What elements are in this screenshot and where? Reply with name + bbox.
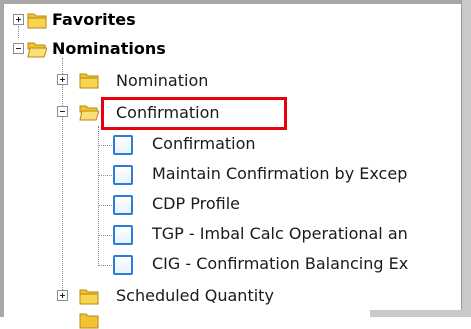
- collapse-minus-icon[interactable]: [57, 106, 68, 117]
- tree-label-item[interactable]: Confirmation: [152, 134, 256, 154]
- tree-label-nominations[interactable]: Nominations: [52, 39, 166, 59]
- folder-closed-icon: [79, 73, 99, 89]
- collapse-minus-icon[interactable]: [13, 43, 24, 54]
- page-icon: [113, 195, 133, 215]
- tree-label-scheduled-quantity[interactable]: Scheduled Quantity: [116, 286, 274, 306]
- page-icon: [113, 165, 133, 185]
- highlight-annotation-box: [101, 97, 287, 130]
- tree-connector: [98, 235, 112, 236]
- tree-label-item[interactable]: CIG - Confirmation Balancing Ex: [152, 254, 408, 274]
- tree-connector: [98, 145, 112, 146]
- tree-connector: [62, 58, 63, 290]
- page-icon: [113, 225, 133, 245]
- tree-label-favorites[interactable]: Favorites: [52, 10, 136, 30]
- folder-open-icon: [27, 42, 47, 58]
- navigation-tree: Favorites Nominations Nomination Confirm…: [0, 0, 462, 329]
- tree-label-item[interactable]: CDP Profile: [152, 194, 240, 214]
- window-scrollbar-edge[interactable]: [461, 0, 471, 317]
- tree-connector: [98, 175, 112, 176]
- tree-connector: [18, 26, 19, 38]
- expand-plus-icon[interactable]: [57, 290, 68, 301]
- tree-label-item[interactable]: TGP - Imbal Calc Operational an: [152, 224, 408, 244]
- tree-connector: [98, 265, 112, 266]
- page-icon: [113, 255, 133, 275]
- tree-connector: [98, 205, 112, 206]
- folder-closed-icon: [27, 13, 47, 29]
- tree-label-item[interactable]: Maintain Confirmation by Excep: [152, 164, 407, 184]
- page-icon: [113, 135, 133, 155]
- tree-label-nomination[interactable]: Nomination: [116, 71, 208, 91]
- folder-closed-icon: [79, 313, 99, 329]
- folder-closed-icon: [79, 289, 99, 305]
- folder-open-icon: [79, 105, 99, 121]
- expand-plus-icon[interactable]: [57, 74, 68, 85]
- expand-plus-icon[interactable]: [13, 14, 24, 25]
- tree-connector: [98, 126, 99, 266]
